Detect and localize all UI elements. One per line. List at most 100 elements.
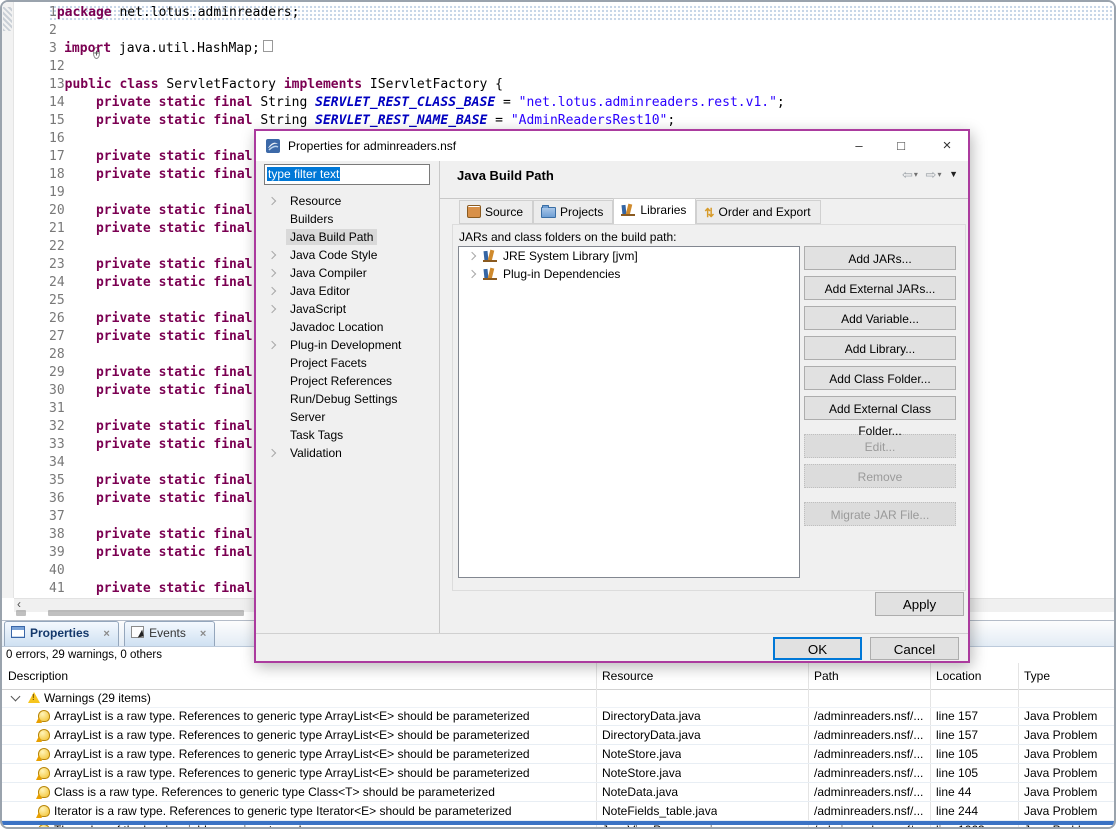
table-row[interactable]: ArrayList is a raw type. References to g… — [2, 745, 1114, 764]
line-number[interactable]: 37 — [49, 509, 65, 524]
line-number[interactable]: 27 — [49, 329, 65, 344]
tree-item[interactable]: Project Facets — [256, 354, 438, 372]
back-dropdown-icon[interactable]: ▾ — [914, 170, 918, 179]
table-row[interactable]: ArrayList is a raw type. References to g… — [2, 764, 1114, 783]
view-menu-icon[interactable]: ▼ — [949, 169, 958, 179]
line-number[interactable]: 29 — [49, 365, 65, 380]
tree-item[interactable]: Task Tags — [256, 426, 438, 444]
tree-item[interactable]: Validation — [256, 444, 438, 462]
tree-item[interactable]: Server — [256, 408, 438, 426]
column-resource[interactable]: Resource — [602, 669, 653, 683]
line-number[interactable]: 26 — [49, 311, 65, 326]
chevron-right-icon[interactable] — [268, 287, 276, 295]
action-button[interactable]: Add JARs... — [804, 246, 956, 270]
action-button[interactable]: Add Class Folder... — [804, 366, 956, 390]
chevron-right-icon[interactable] — [268, 269, 276, 277]
table-row[interactable]: ArrayList is a raw type. References to g… — [2, 707, 1114, 726]
line-number[interactable]: 14 — [49, 95, 65, 110]
ok-button[interactable]: OK — [773, 637, 862, 660]
minimize-button[interactable]: – — [844, 135, 874, 157]
back-icon[interactable]: ⇦ — [902, 167, 913, 182]
line-number[interactable]: 36 — [49, 491, 65, 506]
line-number[interactable]: 21 — [49, 221, 65, 236]
column-type[interactable]: Type — [1024, 669, 1050, 683]
line-number[interactable]: 25 — [49, 293, 65, 308]
tab-libraries[interactable]: Libraries — [613, 198, 696, 224]
tree-item[interactable]: Resource — [256, 192, 438, 210]
line-number[interactable]: 2 — [49, 23, 57, 38]
close-button[interactable]: × — [932, 135, 962, 157]
line-number[interactable]: 16 — [49, 131, 65, 146]
line-number[interactable]: 30 — [49, 383, 65, 398]
filter-input[interactable]: type filter text — [264, 164, 430, 185]
line-number[interactable]: 20 — [49, 203, 65, 218]
column-location[interactable]: Location — [936, 669, 981, 683]
tree-item[interactable]: Plug-in Development — [256, 336, 438, 354]
tree-item[interactable]: Java Editor — [256, 282, 438, 300]
action-button[interactable]: Add External JARs... — [804, 276, 956, 300]
tab-properties[interactable]: Properties× — [4, 621, 119, 646]
tree-item[interactable]: Javadoc Location — [256, 318, 438, 336]
tree-item[interactable]: Java Compiler — [256, 264, 438, 282]
cancel-button[interactable]: Cancel — [870, 637, 959, 660]
chevron-right-icon[interactable] — [268, 449, 276, 457]
line-number[interactable]: 1 — [49, 5, 57, 20]
dialog-titlebar[interactable]: Properties for adminreaders.nsf – □ × — [256, 131, 968, 161]
tab-order-and-export[interactable]: ⇅Order and Export — [696, 200, 820, 224]
chevron-right-icon[interactable] — [268, 197, 276, 205]
line-number[interactable]: 32 — [49, 419, 65, 434]
tree-item[interactable]: JavaScript — [256, 300, 438, 318]
jar-list-item[interactable]: JRE System Library [jvm] — [459, 247, 799, 265]
chevron-right-icon[interactable] — [268, 341, 276, 349]
warnings-group-row[interactable]: Warnings (29 items) — [2, 689, 1114, 708]
jar-list-item[interactable]: Plug-in Dependencies — [459, 265, 799, 283]
line-number[interactable]: 28 — [49, 347, 65, 362]
chevron-right-icon[interactable] — [468, 270, 476, 278]
line-number[interactable]: 31 — [49, 401, 65, 416]
line-number[interactable]: 17 — [49, 149, 65, 164]
apply-button[interactable]: Apply — [875, 592, 964, 616]
forward-dropdown-icon[interactable]: ▾ — [937, 170, 941, 179]
column-description[interactable]: Description — [8, 669, 68, 683]
tree-item[interactable]: Java Code Style — [256, 246, 438, 264]
tab-projects[interactable]: Projects — [533, 200, 613, 224]
line-number[interactable]: 35 — [49, 473, 65, 488]
table-row[interactable]: Iterator is a raw type. References to ge… — [2, 802, 1114, 821]
line-number[interactable]: 33 — [49, 437, 65, 452]
tree-item[interactable]: Run/Debug Settings — [256, 390, 438, 408]
column-path[interactable]: Path — [814, 669, 839, 683]
close-tab-icon[interactable]: × — [103, 628, 109, 640]
line-number[interactable]: 15 — [49, 113, 65, 128]
line-number[interactable]: 41 — [49, 581, 65, 596]
line-number[interactable]: 38 — [49, 527, 65, 542]
line-number[interactable]: 3 — [49, 41, 57, 56]
line-number[interactable]: 18 — [49, 167, 65, 182]
line-number[interactable]: 19 — [49, 185, 65, 200]
line-number[interactable]: 23 — [49, 257, 65, 272]
table-row[interactable]: ArrayList is a raw type. References to g… — [2, 726, 1114, 745]
action-button[interactable]: Add Library... — [804, 336, 956, 360]
chevron-right-icon[interactable] — [268, 305, 276, 313]
maximize-button[interactable]: □ — [886, 135, 916, 157]
table-row[interactable]: Class is a raw type. References to gener… — [2, 783, 1114, 802]
line-number[interactable]: 12 — [49, 59, 65, 74]
chevron-right-icon[interactable] — [468, 252, 476, 260]
action-button[interactable]: Add External Class Folder... — [804, 396, 956, 420]
close-tab-icon[interactable]: × — [200, 628, 206, 640]
chevron-right-icon[interactable] — [268, 251, 276, 259]
jar-list[interactable]: JRE System Library [jvm] Plug-in Depende… — [458, 246, 800, 578]
tab-source[interactable]: Source — [459, 200, 533, 224]
chevron-down-icon[interactable] — [11, 692, 21, 702]
line-number[interactable]: 13 — [49, 77, 65, 92]
tree-item[interactable]: Project References — [256, 372, 438, 390]
line-number[interactable]: 24 — [49, 275, 65, 290]
line-number[interactable]: 34 — [49, 455, 65, 470]
scroll-left-icon[interactable]: ‹ — [17, 597, 21, 611]
tree-item[interactable]: Java Build Path — [256, 228, 438, 246]
tree-item[interactable]: Builders — [256, 210, 438, 228]
line-number[interactable]: 40 — [49, 563, 65, 578]
tab-events[interactable]: Events× — [124, 621, 215, 646]
line-number[interactable]: 22 — [49, 239, 65, 254]
forward-icon[interactable]: ⇨ — [926, 167, 937, 182]
line-number[interactable]: 39 — [49, 545, 65, 560]
